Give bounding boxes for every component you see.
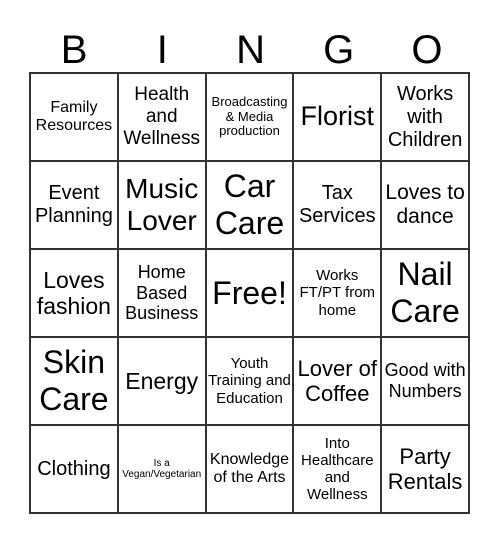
cell-label: Music Lover xyxy=(125,172,199,236)
bingo-cell[interactable]: Knowledge of the Arts xyxy=(205,425,294,513)
cell-label: Youth Training and Education xyxy=(208,355,291,407)
cell-label: Good with Numbers xyxy=(384,360,466,401)
cell-label: Broadcasting & Media production xyxy=(211,93,288,139)
bingo-cell[interactable]: Works FT/PT from home xyxy=(293,249,382,337)
bingo-cell[interactable]: Skin Care xyxy=(30,337,118,425)
bingo-cell[interactable]: Youth Training and Education xyxy=(205,337,294,425)
cell-label: Clothing xyxy=(37,457,111,480)
bingo-cell[interactable]: Lover of Coffee xyxy=(293,337,382,425)
header-letter-g: G xyxy=(323,28,355,72)
bingo-cell[interactable]: Is a Vegan/Vegetarian xyxy=(117,425,206,513)
cell-label: Works FT/PT from home xyxy=(299,267,376,319)
bingo-cell[interactable]: Works with Children xyxy=(381,73,469,161)
header-letter-n: N xyxy=(236,28,265,72)
cell-label: Party Rentals xyxy=(387,443,463,494)
bingo-cell[interactable]: Into Healthcare and Wellness xyxy=(293,425,382,513)
cell-label: Loves to dance xyxy=(385,180,465,228)
bingo-cell[interactable]: Home Based Business xyxy=(117,249,206,337)
header-letter-b: B xyxy=(60,28,88,72)
cell-label: Car Care xyxy=(214,168,285,241)
bingo-cell[interactable]: Clothing xyxy=(30,425,118,513)
cell-label: Family Resources xyxy=(35,98,113,134)
cell-label: Tax Services xyxy=(298,182,376,227)
cell-label: Health and Wellness xyxy=(123,84,201,149)
cell-label: Event Planning xyxy=(34,182,113,227)
free-space-cell[interactable]: Free! xyxy=(205,249,294,337)
bingo-cell[interactable]: Party Rentals xyxy=(381,425,469,513)
bingo-cell[interactable]: Loves fashion xyxy=(30,249,118,337)
bingo-cell[interactable]: Energy xyxy=(117,337,206,425)
cell-label: Into Healthcare and Wellness xyxy=(301,434,374,504)
bingo-cell[interactable]: Family Resources xyxy=(30,73,118,161)
header-letter-i: I xyxy=(156,28,168,72)
bingo-cell[interactable]: Florist xyxy=(293,73,382,161)
bingo-cell[interactable]: Good with Numbers xyxy=(381,337,469,425)
bingo-cell[interactable]: Tax Services xyxy=(293,161,382,249)
bingo-cell[interactable]: Music Lover xyxy=(117,161,206,249)
bingo-header: B I N G O xyxy=(30,28,471,72)
cell-label: Florist xyxy=(300,101,375,132)
bingo-cell[interactable]: Car Care xyxy=(205,161,294,249)
cell-label: Home Based Business xyxy=(125,261,199,324)
header-letter-o: O xyxy=(411,28,443,72)
bingo-cell[interactable]: Health and Wellness xyxy=(117,73,206,161)
bingo-grid: Family Resources Health and Wellness Broad… xyxy=(29,72,470,514)
cell-label: Is a Vegan/Vegetarian xyxy=(122,457,202,481)
cell-label: Skin Care xyxy=(39,344,109,417)
bingo-cell[interactable]: Broadcasting & Media production xyxy=(205,73,294,161)
cell-label: Nail Care xyxy=(390,256,460,329)
cell-label: Lover of Coffee xyxy=(297,355,378,406)
bingo-cell[interactable]: Loves to dance xyxy=(381,161,469,249)
cell-label: Works with Children xyxy=(387,82,463,151)
cell-label: Free! xyxy=(212,274,287,311)
bingo-cell[interactable]: Event Planning xyxy=(30,161,118,249)
cell-label: Knowledge of the Arts xyxy=(209,450,290,486)
bingo-cell[interactable]: Nail Care xyxy=(381,249,469,337)
cell-label: Loves fashion xyxy=(36,266,111,319)
cell-label: Energy xyxy=(125,367,199,394)
